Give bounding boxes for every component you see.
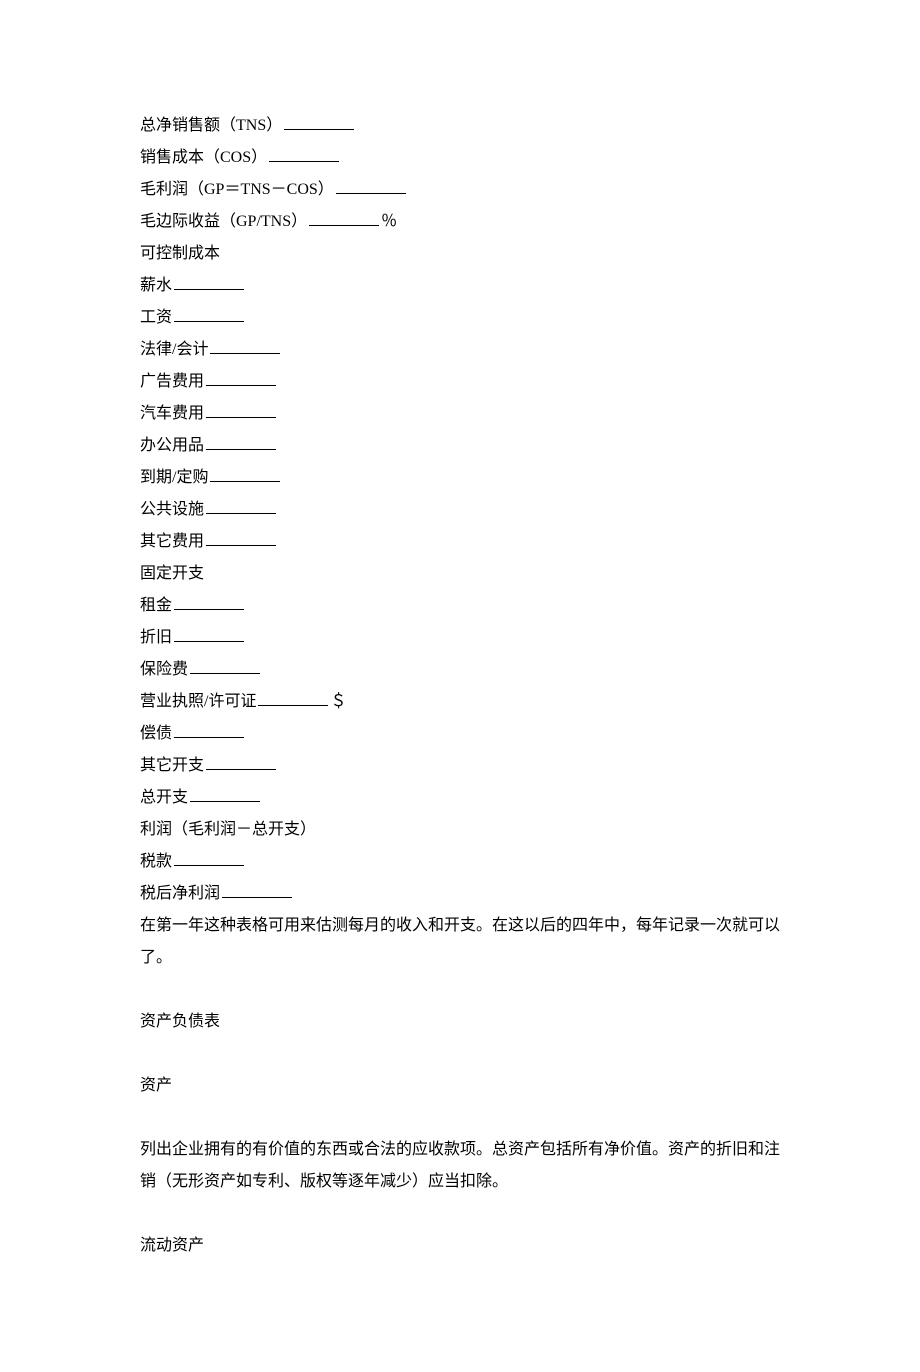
line-other-expenses: 其它费用 (140, 526, 780, 558)
blank-field (174, 625, 244, 642)
spacer (140, 1198, 780, 1230)
heading-current-assets: 流动资产 (140, 1230, 780, 1262)
blank-field (190, 657, 260, 674)
label-gp: 毛利润（GP＝TNS－COS） (140, 181, 334, 198)
label-dollar: ＄ (330, 693, 346, 710)
blank-field (258, 689, 328, 706)
label-tns: 总净销售额（TNS） (140, 117, 282, 134)
line-utilities: 公共设施 (140, 494, 780, 526)
line-wages: 工资 (140, 302, 780, 334)
label-debt: 偿债 (140, 725, 172, 742)
line-profit: 利润（毛利润－总开支） (140, 814, 780, 846)
blank-field (174, 849, 244, 866)
blank-field (206, 529, 276, 546)
line-office-supplies: 办公用品 (140, 430, 780, 462)
heading-fixed-expenses: 固定开支 (140, 558, 780, 590)
label-depreciation: 折旧 (140, 629, 172, 646)
blank-field (206, 433, 276, 450)
blank-field (210, 337, 280, 354)
label-taxes: 税款 (140, 853, 172, 870)
blank-field (210, 465, 280, 482)
blank-field (206, 497, 276, 514)
line-rent: 租金 (140, 590, 780, 622)
line-other-outlay: 其它开支 (140, 750, 780, 782)
line-auto: 汽车费用 (140, 398, 780, 430)
line-net-profit: 税后净利润 (140, 878, 780, 910)
blank-field (174, 273, 244, 290)
label-salary: 薪水 (140, 277, 172, 294)
heading-controllable-costs: 可控制成本 (140, 238, 780, 270)
label-insurance: 保险费 (140, 661, 188, 678)
line-taxes: 税款 (140, 846, 780, 878)
line-total-net-sales: 总净销售额（TNS） (140, 110, 780, 142)
line-advertising: 广告费用 (140, 366, 780, 398)
blank-field (174, 721, 244, 738)
blank-field (206, 369, 276, 386)
label-cos: 销售成本（COS） (140, 149, 267, 166)
blank-field (222, 881, 292, 898)
line-gross-margin: 毛边际收益（GP/TNS） ％ (140, 206, 780, 238)
label-other-outlay: 其它开支 (140, 757, 204, 774)
blank-field (269, 145, 339, 162)
document-page: 总净销售额（TNS） 销售成本（COS） 毛利润（GP＝TNS－COS） 毛边际… (0, 0, 920, 1372)
label-percent: ％ (381, 213, 397, 230)
spacer (140, 974, 780, 1006)
label-license: 营业执照/许可证 (140, 693, 256, 710)
heading-assets: 资产 (140, 1070, 780, 1102)
label-advertising: 广告费用 (140, 373, 204, 390)
line-legal-accounting: 法律/会计 (140, 334, 780, 366)
label-gm: 毛边际收益（GP/TNS） (140, 213, 307, 230)
blank-field (206, 753, 276, 770)
label-net-profit: 税后净利润 (140, 885, 220, 902)
label-auto: 汽车费用 (140, 405, 204, 422)
line-dues-subscriptions: 到期/定购 (140, 462, 780, 494)
label-legal: 法律/会计 (140, 341, 208, 358)
line-depreciation: 折旧 (140, 622, 780, 654)
paragraph-note-1: 在第一年这种表格可用来估测每月的收入和开支。在这以后的四年中，每年记录一次就可以… (140, 910, 780, 974)
blank-field (174, 305, 244, 322)
label-dues: 到期/定购 (140, 469, 208, 486)
blank-field (174, 593, 244, 610)
spacer (140, 1038, 780, 1070)
heading-balance-sheet: 资产负债表 (140, 1006, 780, 1038)
label-total-outlay: 总开支 (140, 789, 188, 806)
blank-field (190, 785, 260, 802)
label-other-exp: 其它费用 (140, 533, 204, 550)
blank-field (309, 209, 379, 226)
blank-field (336, 177, 406, 194)
paragraph-assets-desc: 列出企业拥有的有价值的东西或合法的应收款项。总资产包括所有净价值。资产的折旧和注… (140, 1134, 780, 1198)
blank-field (284, 113, 354, 130)
label-utilities: 公共设施 (140, 501, 204, 518)
label-rent: 租金 (140, 597, 172, 614)
label-office: 办公用品 (140, 437, 204, 454)
line-gross-profit: 毛利润（GP＝TNS－COS） (140, 174, 780, 206)
line-cost-of-sales: 销售成本（COS） (140, 142, 780, 174)
line-insurance: 保险费 (140, 654, 780, 686)
spacer (140, 1102, 780, 1134)
blank-field (206, 401, 276, 418)
line-license: 营业执照/许可证 ＄ (140, 686, 780, 718)
line-salary: 薪水 (140, 270, 780, 302)
line-total-outlay: 总开支 (140, 782, 780, 814)
line-debt-repay: 偿债 (140, 718, 780, 750)
label-wages: 工资 (140, 309, 172, 326)
